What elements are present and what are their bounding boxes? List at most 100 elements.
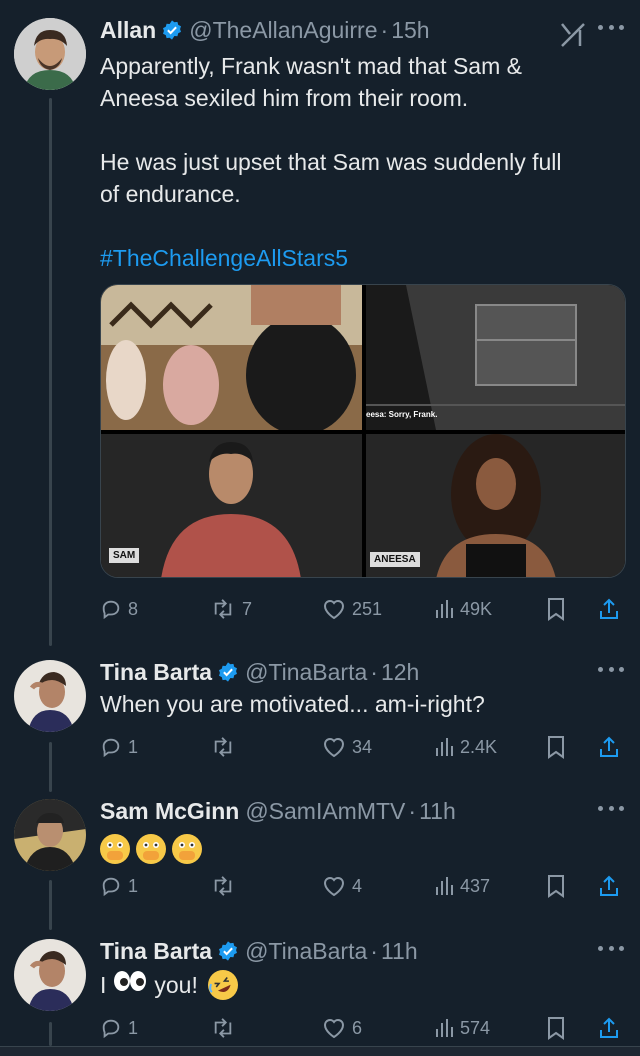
reply-button[interactable]: 8 [100, 594, 138, 624]
reply-count: 1 [128, 1017, 139, 1038]
tweet-text-line: Apparently, Frank wasn't mad that Sam & [100, 53, 522, 79]
display-name[interactable]: Tina Barta [100, 659, 212, 686]
handle[interactable]: @TheAllanAguirre [189, 17, 377, 44]
tweet-actions: 1 4 437 [100, 871, 630, 901]
separator: · [370, 658, 378, 685]
verified-badge-icon [163, 20, 182, 40]
timestamp[interactable]: 11h [381, 938, 418, 965]
view-count: 2.4K [460, 736, 498, 757]
views-button[interactable]: 49K [434, 594, 492, 624]
media-image-2[interactable]: eesa: Sorry, Frank. [366, 285, 625, 430]
timestamp[interactable]: 12h [381, 659, 419, 686]
tweet-header: Sam McGinn @SamIAmMTV · 11h [100, 795, 456, 827]
more-options-icon[interactable] [598, 22, 624, 32]
views-button[interactable]: 574 [434, 1013, 490, 1043]
media-image-4[interactable]: ANEESA [366, 434, 625, 577]
share-button[interactable] [598, 871, 620, 901]
media-grid[interactable]: eesa: Sorry, Frank. SAM ANEESA [100, 284, 626, 578]
tweet-header: Tina Barta @TinaBarta · 12h [100, 656, 419, 688]
retweet-button[interactable] [210, 1013, 236, 1043]
like-button[interactable]: 251 [322, 594, 382, 624]
reply-button[interactable]: 1 [100, 1013, 138, 1043]
more-options-icon[interactable] [598, 943, 624, 953]
bookmark-button[interactable] [546, 732, 566, 762]
separator: · [380, 16, 389, 43]
retweet-button[interactable] [210, 732, 236, 762]
timestamp[interactable]: 11h [419, 798, 456, 825]
reply-count: 8 [128, 598, 139, 619]
tweet-text-line: He was just upset that Sam was suddenly … [100, 149, 562, 175]
tweet-text-part: I [100, 972, 107, 998]
grok-icon[interactable] [558, 20, 588, 50]
tweet-text-part: you! [154, 972, 198, 998]
share-button[interactable] [598, 732, 620, 762]
share-icon [600, 736, 618, 757]
more-options-icon[interactable] [598, 803, 624, 813]
display-name[interactable]: Tina Barta [100, 938, 212, 965]
reply-button[interactable]: 1 [100, 871, 138, 901]
tweet-actions: 8 7 251 49K [100, 594, 630, 624]
avatar[interactable] [14, 939, 86, 1011]
tweet-header: Allan @TheAllanAguirre · 15h [100, 14, 430, 46]
share-button[interactable] [598, 594, 620, 624]
retweet-button[interactable] [210, 871, 236, 901]
like-button[interactable]: 6 [322, 1013, 362, 1043]
reply-icon [102, 738, 120, 758]
display-name[interactable]: Allan [100, 17, 156, 44]
media-image-3[interactable]: SAM [101, 434, 362, 577]
handle[interactable]: @SamIAmMTV [245, 798, 405, 825]
heart-icon [323, 738, 345, 758]
share-icon [600, 598, 618, 619]
tweet[interactable]: Tina Barta @TinaBarta · 11h I you! 1 6 5… [0, 935, 640, 1045]
avatar[interactable] [14, 799, 86, 871]
video-caption: eesa: Sorry, Frank. [366, 410, 438, 419]
like-button[interactable]: 4 [322, 871, 362, 901]
handle[interactable]: @TinaBarta [245, 938, 367, 965]
views-chart-icon [436, 600, 453, 618]
bookmark-icon [548, 875, 564, 898]
display-name[interactable]: Sam McGinn [100, 798, 239, 825]
like-count: 34 [352, 736, 373, 757]
tweet[interactable]: Allan @TheAllanAguirre · 15h Apparently,… [0, 14, 640, 634]
tweet[interactable]: Sam McGinn @SamIAmMTV · 11h 1 4 437 [0, 795, 640, 915]
separator: · [370, 937, 378, 964]
tweet-text [100, 831, 620, 864]
tweet[interactable]: Tina Barta @TinaBarta · 12h When you are… [0, 656, 640, 776]
bookmark-icon [548, 736, 564, 759]
bookmark-button[interactable] [546, 594, 566, 624]
share-button[interactable] [598, 1013, 620, 1043]
tweet-actions: 1 6 574 [100, 1013, 630, 1043]
heart-icon [323, 600, 345, 620]
retweet-icon [214, 599, 232, 619]
handle[interactable]: @TinaBarta [245, 659, 367, 686]
like-count: 4 [352, 875, 363, 896]
views-button[interactable]: 2.4K [434, 732, 497, 762]
tweet-actions: 1 34 2.4K [100, 732, 630, 762]
tweet-text-line: Aneesa sexiled him from their room. [100, 85, 469, 111]
rolling-on-the-floor-laughing-icon [207, 970, 238, 1000]
bookmark-icon [548, 598, 564, 621]
more-options-icon[interactable] [598, 664, 624, 674]
bookmark-button[interactable] [546, 871, 566, 901]
avatar[interactable] [14, 18, 86, 90]
tweet-text: I you! [100, 969, 620, 1001]
views-button[interactable]: 437 [434, 871, 490, 901]
retweet-button[interactable]: 7 [210, 594, 252, 624]
reply-count: 1 [128, 875, 139, 896]
view-count: 574 [460, 1017, 491, 1038]
retweet-icon [214, 737, 232, 757]
name-lower-third: SAM [109, 548, 140, 563]
media-image-1[interactable] [101, 285, 362, 430]
timestamp[interactable]: 15h [391, 17, 429, 44]
retweet-count: 7 [242, 598, 253, 619]
hashtag-link[interactable]: #TheChallengeAllStars5 [100, 242, 620, 274]
bookmark-button[interactable] [546, 1013, 566, 1043]
reply-count: 1 [128, 736, 139, 757]
face-with-open-eyes-and-hand-over-mouth-icon [136, 833, 166, 864]
view-count: 49K [460, 598, 493, 619]
reply-icon [102, 600, 120, 620]
reply-button[interactable]: 1 [100, 732, 138, 762]
avatar[interactable] [14, 660, 86, 732]
like-button[interactable]: 34 [322, 732, 372, 762]
eyes-icon [112, 969, 148, 1001]
